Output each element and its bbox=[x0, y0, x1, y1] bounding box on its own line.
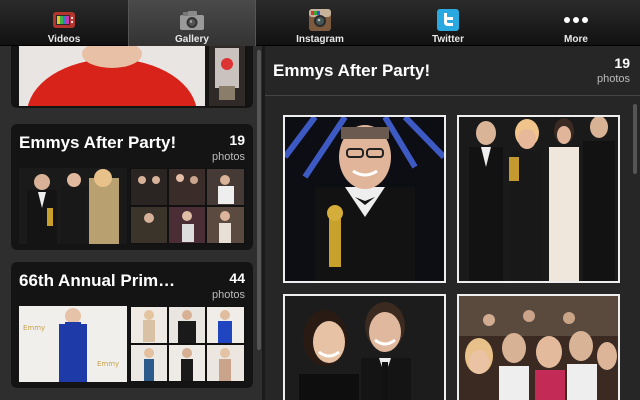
album-detail: Emmys After Party! 19 photos bbox=[265, 46, 640, 400]
twitter-icon bbox=[435, 7, 461, 33]
album-count: 19 bbox=[229, 132, 245, 148]
tab-gallery[interactable]: Gallery bbox=[128, 0, 256, 46]
album-detail-title: Emmys After Party! bbox=[273, 61, 431, 80]
album-list: Emmys After Party! 19 photos 66th Annual… bbox=[0, 46, 262, 400]
more-dots-icon bbox=[563, 7, 589, 33]
photo-1[interactable] bbox=[283, 115, 446, 283]
album-detail-count: 19 bbox=[614, 55, 630, 71]
album-detail-count-label: photos bbox=[596, 73, 630, 85]
album-thumb-small bbox=[209, 46, 245, 106]
album-title: 66th Annual Prim… bbox=[19, 271, 176, 290]
tab-videos[interactable]: Videos bbox=[0, 0, 128, 46]
album-count-label: photos bbox=[211, 151, 245, 163]
album-card-66th-annual[interactable]: 66th Annual Prim… 44 photos Emmy Emmy bbox=[11, 262, 253, 388]
videos-icon bbox=[51, 7, 77, 33]
tab-gallery-label: Gallery bbox=[175, 34, 209, 45]
tab-bar: Videos Gallery Instagram Twitter More bbox=[0, 0, 640, 46]
tab-more-label: More bbox=[564, 34, 588, 45]
camera-icon bbox=[179, 7, 205, 33]
svg-text:Emmy: Emmy bbox=[23, 324, 45, 332]
album-cover-66th-annual: Emmy Emmy bbox=[19, 306, 127, 382]
tab-more[interactable]: More bbox=[512, 0, 640, 46]
photo-4[interactable] bbox=[457, 294, 620, 400]
album-cover-red-dress bbox=[19, 46, 205, 106]
album-count-label: photos bbox=[211, 289, 245, 301]
album-card-partial[interactable] bbox=[11, 46, 253, 108]
album-title: Emmys After Party! bbox=[19, 133, 177, 152]
album-thumb-grid-66th bbox=[130, 306, 245, 382]
album-detail-header: Emmys After Party! 19 photos bbox=[265, 46, 640, 96]
svg-text:Emmy: Emmy bbox=[97, 360, 119, 368]
album-card-emmys-after-party[interactable]: Emmys After Party! 19 photos bbox=[11, 124, 253, 250]
photo-3[interactable] bbox=[283, 294, 446, 400]
tab-instagram-label: Instagram bbox=[296, 34, 344, 45]
album-detail-scrollbar[interactable] bbox=[633, 104, 637, 174]
tab-twitter[interactable]: Twitter bbox=[384, 0, 512, 46]
photo-2[interactable] bbox=[457, 115, 620, 283]
album-count: 44 bbox=[229, 270, 245, 286]
album-list-scrollbar[interactable] bbox=[257, 50, 261, 350]
tab-videos-label: Videos bbox=[47, 34, 81, 45]
tab-instagram[interactable]: Instagram bbox=[256, 0, 384, 46]
album-thumb-grid-emmys bbox=[130, 168, 245, 244]
album-cover-emmys bbox=[19, 168, 127, 244]
tab-twitter-label: Twitter bbox=[431, 34, 465, 45]
instagram-icon bbox=[307, 7, 333, 33]
